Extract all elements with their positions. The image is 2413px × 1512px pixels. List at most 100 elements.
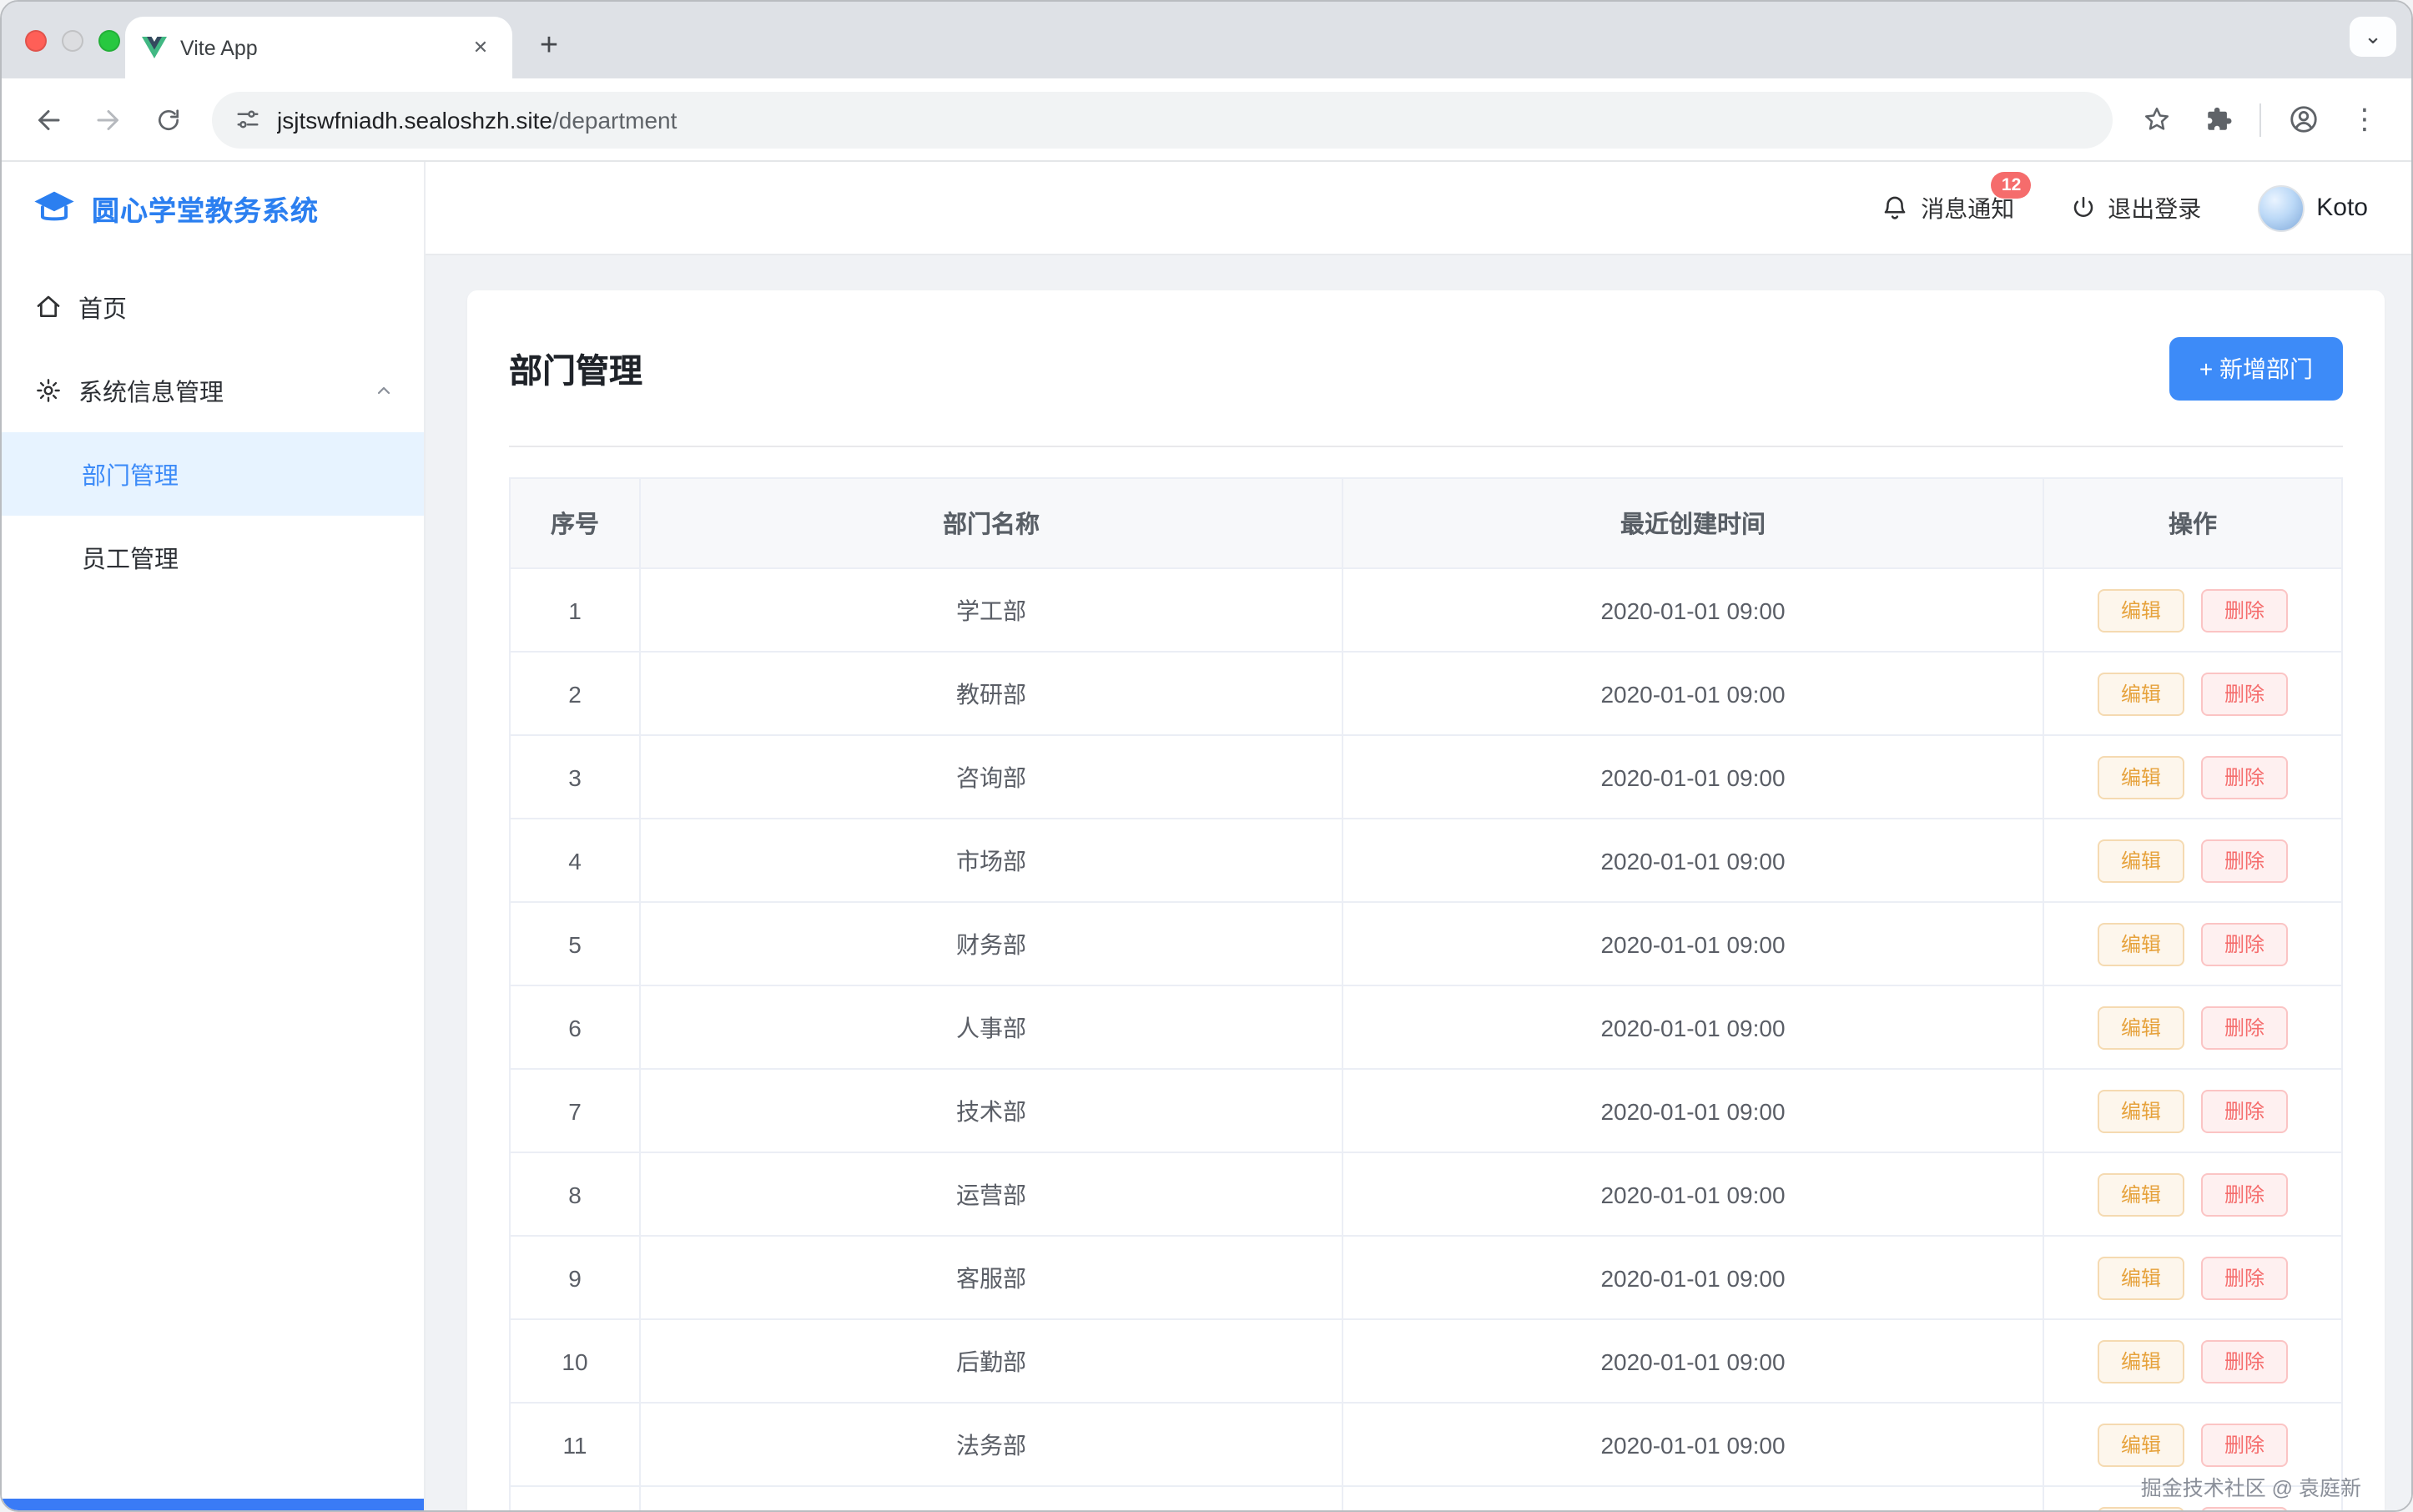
close-window-button[interactable] — [25, 30, 47, 52]
sidebar-item-label: 员工管理 — [82, 540, 179, 575]
edit-button[interactable]: 编辑 — [2098, 1423, 2184, 1466]
add-department-button[interactable]: + 新增部门 — [2169, 336, 2343, 400]
browser-toolbar: jsjtswfniadh.sealoshzh.site/department ⋮ — [2, 78, 2411, 162]
delete-button[interactable]: 删除 — [2201, 1256, 2288, 1299]
created-time-cell — [1343, 1486, 2043, 1512]
edit-button[interactable]: 编辑 — [2098, 1256, 2184, 1299]
department-name-cell: 人事部 — [640, 985, 1343, 1069]
brand-name: 圆心学堂教务系统 — [92, 189, 319, 229]
chevron-down-icon: ⌄ — [2364, 23, 2382, 50]
table-row: 5 财务部 2020-01-01 09:00 编辑 删除 — [510, 902, 2342, 985]
user-menu[interactable]: Koto — [2258, 184, 2368, 231]
delete-button[interactable]: 删除 — [2201, 839, 2288, 882]
created-time-cell: 2020-01-01 09:00 — [1343, 1152, 2043, 1236]
column-header-index: 序号 — [510, 478, 640, 568]
created-time-cell: 2020-01-01 09:00 — [1343, 819, 2043, 902]
actions-cell: 编辑 删除 — [2043, 568, 2342, 652]
row-number-cell: 6 — [510, 985, 640, 1069]
actions-cell: 编辑 删除 — [2043, 1236, 2342, 1319]
created-time-cell: 2020-01-01 09:00 — [1343, 1403, 2043, 1486]
sidebar-item-home[interactable]: 首页 — [2, 265, 424, 349]
user-name: Koto — [2316, 194, 2368, 222]
delete-button[interactable]: 删除 — [2201, 1005, 2288, 1049]
chevron-up-icon — [374, 381, 394, 401]
edit-button[interactable]: 编辑 — [2098, 588, 2184, 632]
new-tab-button[interactable]: + — [526, 23, 572, 70]
delete-button[interactable]: 删除 — [2201, 1423, 2288, 1466]
zoom-window-button[interactable] — [98, 30, 120, 52]
edit-button[interactable]: 编辑 — [2098, 1005, 2184, 1049]
table-row: 4 市场部 2020-01-01 09:00 编辑 删除 — [510, 819, 2342, 902]
actions-cell: 编辑 删除 — [2043, 1069, 2342, 1152]
logout-button[interactable]: 退出登录 — [2071, 191, 2201, 224]
edit-button[interactable]: 编辑 — [2098, 1506, 2184, 1512]
browser-menu-icon[interactable]: ⋮ — [2345, 99, 2385, 139]
actions-cell: 编辑 删除 — [2043, 985, 2342, 1069]
column-header-time: 最近创建时间 — [1343, 478, 2043, 568]
sidebar-item-employee-mgmt[interactable]: 员工管理 — [2, 516, 424, 599]
back-button[interactable] — [23, 94, 73, 144]
delete-button[interactable]: 删除 — [2201, 922, 2288, 965]
notifications-button[interactable]: 消息通知 12 — [1881, 191, 2014, 224]
table-row: 6 人事部 2020-01-01 09:00 编辑 删除 — [510, 985, 2342, 1069]
edit-button[interactable]: 编辑 — [2098, 1172, 2184, 1216]
delete-button[interactable]: 删除 — [2201, 1172, 2288, 1216]
department-table: 序号 部门名称 最近创建时间 操作 1 学工部 2020-01-01 09:00… — [509, 477, 2343, 1512]
sidebar-bottom-bar — [2, 1499, 424, 1510]
window-controls — [25, 30, 120, 52]
delete-button[interactable]: 删除 — [2201, 1339, 2288, 1383]
column-header-actions: 操作 — [2043, 478, 2342, 568]
notification-badge: 12 — [1992, 171, 2031, 199]
delete-button[interactable]: 删除 — [2201, 1506, 2288, 1512]
edit-button[interactable]: 编辑 — [2098, 1089, 2184, 1132]
vue-logo-icon — [142, 37, 167, 58]
sidebar-item-label: 部门管理 — [82, 456, 179, 491]
forward-button[interactable] — [83, 94, 133, 144]
minimize-window-button[interactable] — [62, 30, 83, 52]
reload-button[interactable] — [144, 94, 194, 144]
table-header-row: 序号 部门名称 最近创建时间 操作 — [510, 478, 2342, 568]
extensions-icon[interactable] — [2198, 99, 2238, 139]
table-row: 3 咨询部 2020-01-01 09:00 编辑 删除 — [510, 735, 2342, 819]
delete-button[interactable]: 删除 — [2201, 588, 2288, 632]
edit-button[interactable]: 编辑 — [2098, 1339, 2184, 1383]
home-icon — [35, 294, 62, 320]
edit-button[interactable]: 编辑 — [2098, 922, 2184, 965]
tab-title: Vite App — [180, 36, 452, 59]
department-name-cell: 法务部 — [640, 1403, 1343, 1486]
edit-button[interactable]: 编辑 — [2098, 755, 2184, 799]
sidebar-item-system-info[interactable]: 系统信息管理 — [2, 349, 424, 432]
browser-window: Vite App ✕ + ⌄ jsjtswfniadh. — [0, 0, 2413, 1512]
department-name-cell: 运营部 — [640, 1152, 1343, 1236]
created-time-cell: 2020-01-01 09:00 — [1343, 568, 2043, 652]
department-name-cell — [640, 1486, 1343, 1512]
delete-button[interactable]: 删除 — [2201, 1089, 2288, 1132]
row-number-cell: 4 — [510, 819, 640, 902]
row-number-cell: 7 — [510, 1069, 640, 1152]
app-sidebar: 圆心学堂教务系统 首页 系统信息管理 — [2, 162, 426, 1510]
browser-tab[interactable]: Vite App ✕ — [125, 17, 512, 78]
edit-button[interactable]: 编辑 — [2098, 672, 2184, 715]
watermark: 掘金技术社区 @ 袁庭新 — [2141, 1470, 2361, 1502]
created-time-cell: 2020-01-01 09:00 — [1343, 1319, 2043, 1403]
logout-label: 退出登录 — [2108, 191, 2201, 224]
delete-button[interactable]: 删除 — [2201, 755, 2288, 799]
sidebar-item-label: 系统信息管理 — [78, 373, 357, 408]
row-number-cell: 8 — [510, 1152, 640, 1236]
app-root: 圆心学堂教务系统 首页 系统信息管理 — [2, 162, 2411, 1510]
created-time-cell: 2020-01-01 09:00 — [1343, 902, 2043, 985]
edit-button[interactable]: 编辑 — [2098, 839, 2184, 882]
browser-profile-icon[interactable] — [2283, 99, 2323, 139]
tab-search-button[interactable]: ⌄ — [2350, 17, 2396, 57]
table-body: 1 学工部 2020-01-01 09:00 编辑 删除 2 教研部 2020-… — [510, 568, 2342, 1512]
table-row: 11 法务部 2020-01-01 09:00 编辑 删除 — [510, 1403, 2342, 1486]
department-name-cell: 市场部 — [640, 819, 1343, 902]
table-row: 编辑 删除 — [510, 1486, 2342, 1512]
close-tab-icon[interactable]: ✕ — [466, 33, 496, 63]
address-bar[interactable]: jsjtswfniadh.sealoshzh.site/department — [212, 91, 2113, 148]
site-settings-icon[interactable] — [235, 107, 260, 132]
bookmark-star-icon[interactable] — [2136, 99, 2176, 139]
delete-button[interactable]: 删除 — [2201, 672, 2288, 715]
table-row: 9 客服部 2020-01-01 09:00 编辑 删除 — [510, 1236, 2342, 1319]
sidebar-item-department-mgmt[interactable]: 部门管理 — [2, 432, 424, 516]
